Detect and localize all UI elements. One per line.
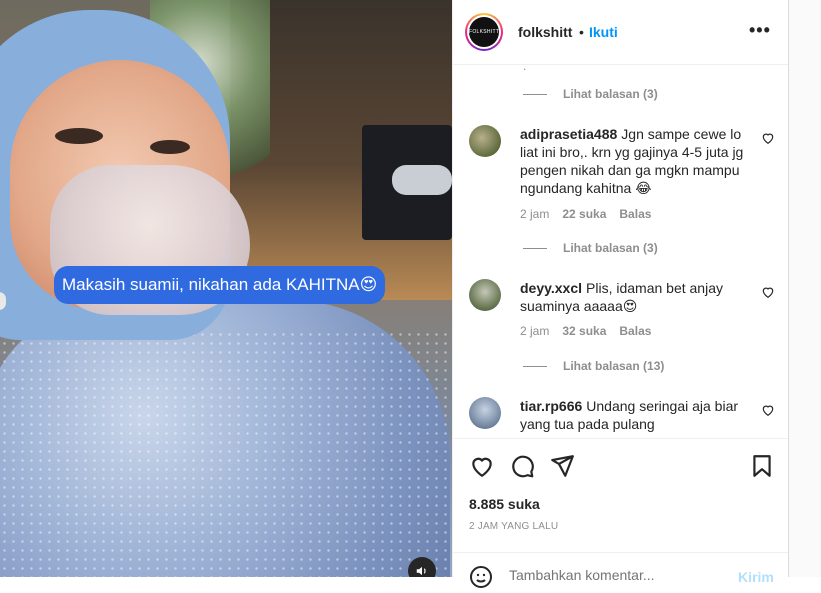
- replies-line: [523, 366, 547, 368]
- replies-line: [523, 248, 547, 250]
- page-gutter: [788, 0, 821, 577]
- background-screen-glow: [392, 165, 452, 195]
- comment-time[interactable]: 2 jam: [520, 207, 549, 221]
- post-actions: 8.885 suka 2 JAM YANG LALU Kirim: [453, 438, 789, 588]
- comments-list[interactable]: . Lihat balasan (3) adiprasetia488 Jgn sa…: [453, 65, 789, 438]
- save-bookmark-icon[interactable]: [749, 453, 775, 479]
- post-panel: FOLKSHITT folkshitt • Ikuti ••• . Lihat …: [452, 0, 789, 588]
- like-heart-icon[interactable]: [469, 453, 495, 479]
- video-caption: Makasih suamii, nikahan ada KAHITNA😍: [54, 266, 386, 304]
- post-time[interactable]: 2 JAM YANG LALU: [469, 521, 558, 532]
- replies-line: [523, 94, 547, 96]
- comment-username[interactable]: deyy.xxcl: [520, 280, 582, 296]
- heart-icon[interactable]: [761, 285, 775, 299]
- follow-button[interactable]: Ikuti: [589, 24, 618, 40]
- share-paper-plane-icon[interactable]: [549, 453, 575, 479]
- heart-icon[interactable]: [761, 403, 775, 417]
- eye-left: [55, 128, 103, 144]
- post-header: FOLKSHITT folkshitt • Ikuti •••: [453, 0, 789, 65]
- avatar-logo: FOLKSHITT: [469, 17, 499, 47]
- heart-icon[interactable]: [761, 131, 775, 145]
- emoji-icon[interactable]: [469, 565, 493, 589]
- add-comment-input[interactable]: [509, 567, 709, 583]
- avatar[interactable]: [469, 397, 501, 429]
- view-replies-button[interactable]: Lihat balasan (3): [523, 87, 658, 103]
- comment-time[interactable]: 2 jam: [520, 324, 549, 338]
- comment-meta: 2 jam 32 suka Balas: [520, 324, 664, 338]
- reply-button[interactable]: Balas: [619, 207, 651, 221]
- reply-button[interactable]: Balas: [619, 324, 651, 338]
- avatar[interactable]: [469, 125, 501, 157]
- view-replies-button[interactable]: Lihat balasan (13): [523, 359, 664, 375]
- truncated-comment: .: [523, 65, 527, 73]
- view-replies-button[interactable]: Lihat balasan (3): [523, 241, 658, 257]
- eye-right: [150, 140, 190, 154]
- comment-username[interactable]: adiprasetia488: [520, 126, 617, 142]
- dress-sparkle: [0, 330, 452, 577]
- likes-count[interactable]: 8.885 suka: [469, 496, 540, 512]
- volume-icon[interactable]: [408, 557, 436, 577]
- comment-meta: 2 jam 22 suka Balas: [520, 207, 664, 221]
- comment-username[interactable]: tiar.rp666: [520, 398, 582, 414]
- avatar[interactable]: [469, 279, 501, 311]
- more-options-icon[interactable]: •••: [749, 20, 771, 41]
- comment-likes[interactable]: 22 suka: [562, 207, 606, 221]
- avatar[interactable]: FOLKSHITT: [465, 13, 503, 51]
- separator-dot: •: [579, 24, 584, 40]
- add-comment-bar: Kirim: [453, 552, 789, 593]
- comment-likes[interactable]: 32 suka: [562, 324, 606, 338]
- post-media[interactable]: Makasih suamii, nikahan ada KAHITNA😍: [0, 0, 452, 577]
- post-comment-button[interactable]: Kirim: [738, 569, 774, 585]
- username-link[interactable]: folkshitt: [518, 24, 572, 40]
- comment-bubble-icon[interactable]: [509, 453, 535, 479]
